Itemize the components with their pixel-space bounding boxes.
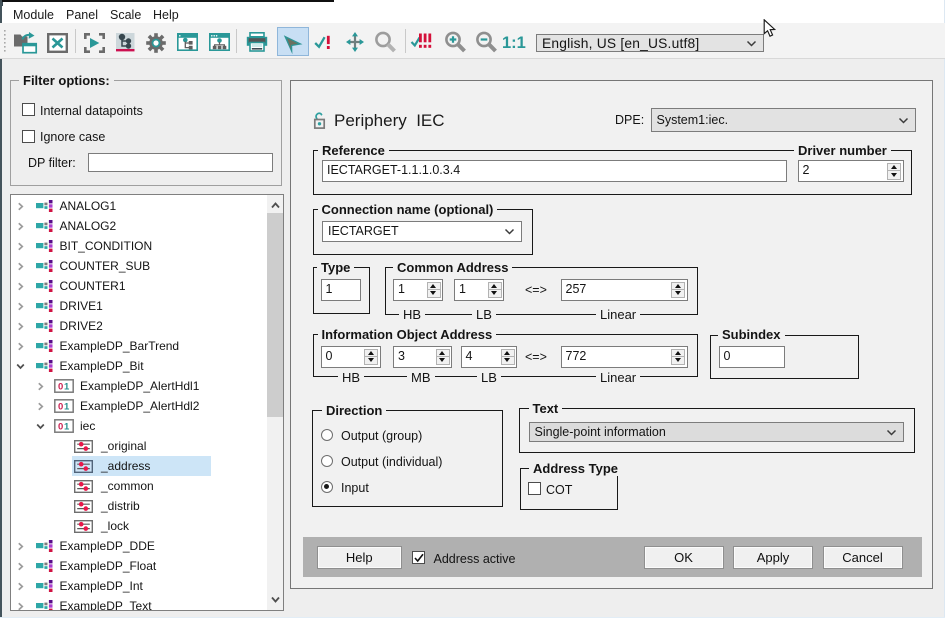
svg-text:0: 0: [58, 422, 63, 433]
svg-text:1: 1: [64, 422, 70, 433]
svg-text:1: 1: [64, 382, 70, 393]
svg-text:0: 0: [58, 402, 63, 413]
svg-text:0: 0: [58, 382, 63, 393]
svg-text:1: 1: [64, 402, 70, 413]
